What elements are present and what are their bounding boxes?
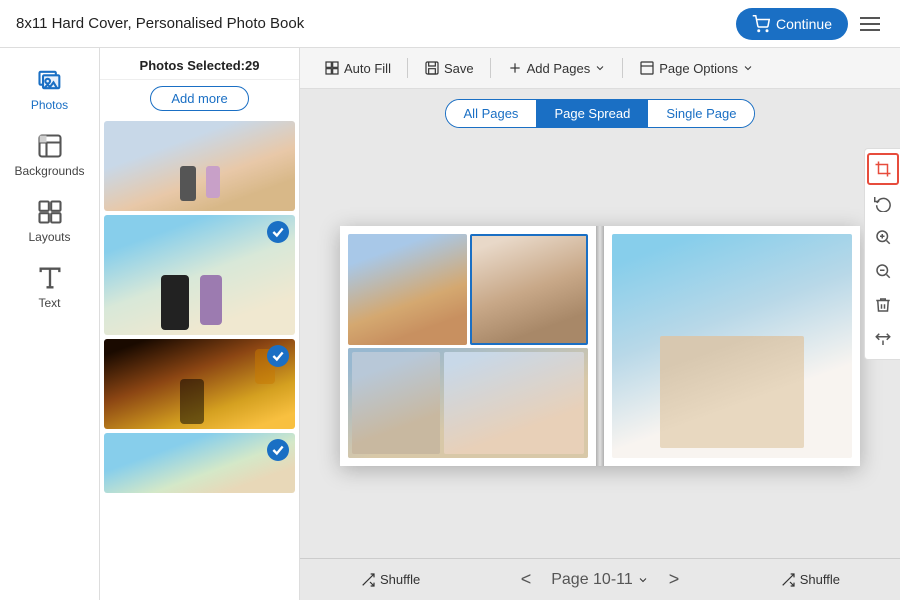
- add-pages-button[interactable]: Add Pages: [499, 56, 615, 80]
- book-photo-1[interactable]: [348, 234, 467, 345]
- view-toggle: All Pages Page Spread Single Page: [445, 99, 756, 128]
- check-icon: [271, 225, 285, 239]
- sidebar-item-photos[interactable]: Photos: [0, 56, 99, 122]
- sidebar-item-layouts[interactable]: Layouts: [0, 188, 99, 254]
- flip-tool-button[interactable]: [867, 323, 899, 355]
- bottom-bar: Shuffle < Page 10-11 > Shuffle: [300, 558, 900, 600]
- photos-selected-header: Photos Selected:29: [100, 48, 299, 80]
- crop-tool-button[interactable]: [867, 153, 899, 185]
- sidebar-item-photos-label: Photos: [31, 98, 68, 112]
- photo-panel: Photos Selected:29 Add more: [100, 48, 300, 600]
- canvas-area: [300, 134, 900, 558]
- header: 8x11 Hard Cover, Personalised Photo Book…: [0, 0, 900, 48]
- chevron-down-icon-page: [637, 574, 649, 586]
- chevron-down-icon-add: [594, 62, 606, 74]
- sidebar: Photos Backgrounds Layouts Text: [0, 48, 100, 600]
- rotate-tool-button[interactable]: [867, 187, 899, 219]
- layouts-icon: [36, 198, 64, 226]
- photo-check-3: [267, 345, 289, 367]
- toolbar: Auto Fill Save Add Pages: [300, 48, 900, 89]
- backgrounds-icon: [36, 132, 64, 160]
- zoom-in-icon: [874, 228, 892, 246]
- page-selector[interactable]: Page 10-11: [545, 569, 655, 591]
- autofill-icon: [324, 60, 340, 76]
- hamburger-button[interactable]: [856, 9, 884, 39]
- add-more-button[interactable]: Add more: [150, 86, 248, 111]
- book-spine: [596, 226, 604, 466]
- save-icon: [424, 60, 440, 76]
- rotate-icon: [874, 194, 892, 212]
- zoom-out-tool-button[interactable]: [867, 255, 899, 287]
- shuffle-right-button[interactable]: Shuffle: [780, 572, 840, 588]
- tab-all-pages[interactable]: All Pages: [446, 100, 537, 127]
- photo-grid: [100, 117, 299, 600]
- separator-3: [622, 58, 623, 78]
- photo-item-2[interactable]: [104, 215, 295, 335]
- photo-check-4: [267, 439, 289, 461]
- photo-item-3[interactable]: [104, 339, 295, 429]
- shuffle-right-icon: [780, 572, 796, 588]
- cart-icon: [752, 15, 770, 33]
- book-photo-2[interactable]: [470, 234, 589, 345]
- save-button[interactable]: Save: [416, 56, 482, 80]
- book-photo-3[interactable]: [348, 348, 588, 459]
- book-left-page: [340, 226, 596, 466]
- photo-item-1[interactable]: [104, 121, 295, 211]
- delete-tool-button[interactable]: [867, 289, 899, 321]
- zoom-out-icon: [874, 262, 892, 280]
- check-icon-2: [271, 349, 285, 363]
- right-toolbar: [864, 148, 900, 360]
- page-nav: < Page 10-11 >: [515, 567, 686, 592]
- add-pages-icon: [507, 60, 523, 76]
- sidebar-item-layouts-label: Layouts: [28, 230, 70, 244]
- sidebar-item-text-label: Text: [38, 296, 60, 310]
- check-icon-3: [271, 443, 285, 457]
- shuffle-left-icon: [360, 572, 376, 588]
- book-spread: [340, 226, 860, 466]
- main-layout: Photos Backgrounds Layouts Text: [0, 48, 900, 600]
- photo-item-4[interactable]: [104, 433, 295, 493]
- shuffle-left-button[interactable]: Shuffle: [360, 572, 420, 588]
- page-tabs: All Pages Page Spread Single Page: [300, 89, 900, 134]
- page-title: 8x11 Hard Cover, Personalised Photo Book: [16, 15, 304, 32]
- continue-button[interactable]: Continue: [736, 8, 848, 40]
- delete-icon: [874, 296, 892, 314]
- autofill-button[interactable]: Auto Fill: [316, 56, 399, 80]
- page-options-button[interactable]: Page Options: [631, 56, 762, 80]
- photo-check-2: [267, 221, 289, 243]
- zoom-in-tool-button[interactable]: [867, 221, 899, 253]
- prev-page-button[interactable]: <: [515, 567, 538, 592]
- tab-single-page[interactable]: Single Page: [648, 100, 754, 127]
- page-options-icon: [639, 60, 655, 76]
- tab-page-spread[interactable]: Page Spread: [536, 100, 648, 127]
- chevron-down-icon-opts: [742, 62, 754, 74]
- next-page-button[interactable]: >: [663, 567, 686, 592]
- sidebar-item-text[interactable]: Text: [0, 254, 99, 320]
- separator-2: [490, 58, 491, 78]
- content-area: Auto Fill Save Add Pages: [300, 48, 900, 600]
- sidebar-item-backgrounds[interactable]: Backgrounds: [0, 122, 99, 188]
- sidebar-item-backgrounds-label: Backgrounds: [14, 164, 84, 178]
- text-icon: [36, 264, 64, 292]
- photos-icon: [36, 66, 64, 94]
- flip-icon: [874, 330, 892, 348]
- header-actions: Continue: [736, 8, 884, 40]
- crop-icon: [874, 160, 892, 178]
- book-right-page: [604, 226, 860, 466]
- separator-1: [407, 58, 408, 78]
